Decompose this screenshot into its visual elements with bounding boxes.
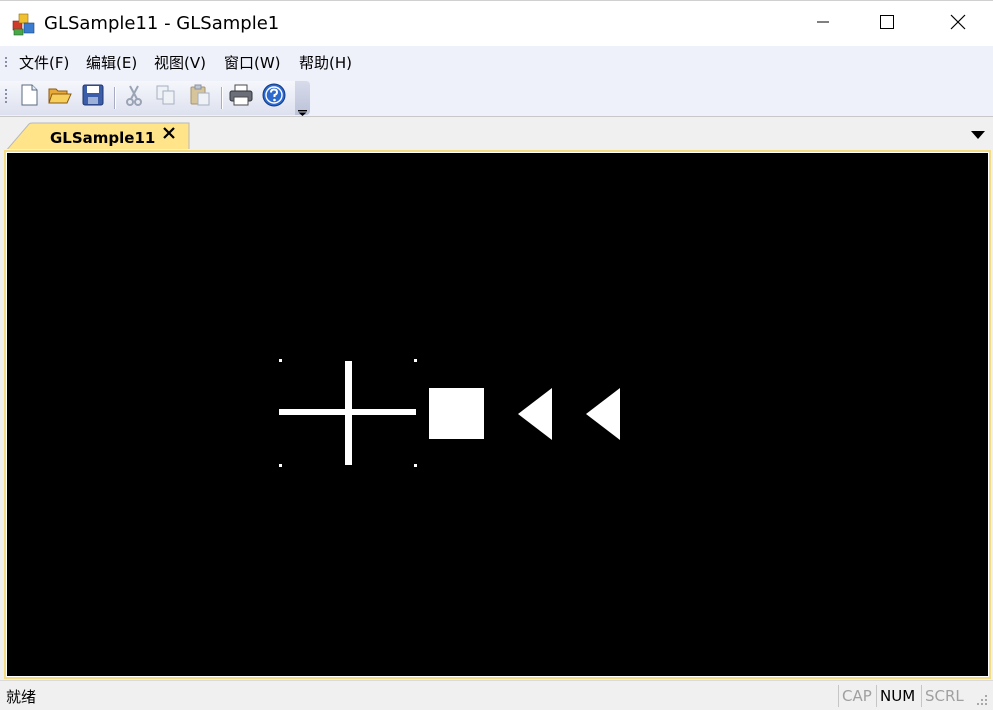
resize-grip-icon[interactable] <box>975 693 989 707</box>
open-folder-icon <box>48 84 72 110</box>
left-triangle-shape <box>518 388 552 440</box>
help-icon <box>262 83 286 111</box>
cut-button[interactable] <box>121 84 147 110</box>
app-icon <box>12 12 36 36</box>
menu-help[interactable]: 帮助(H) <box>299 53 352 73</box>
copy-button[interactable] <box>153 84 179 110</box>
scroll-lock-indicator: SCRL <box>925 687 964 705</box>
menu-window[interactable]: 窗口(W) <box>224 53 281 73</box>
open-button[interactable] <box>47 84 73 110</box>
corner-marker <box>414 359 417 362</box>
document-frame <box>0 149 993 680</box>
status-bar: 就绪 CAP NUM SCRL <box>0 680 993 710</box>
document-tab-strip: GLSample11 <box>0 116 993 152</box>
copy-icon <box>155 84 177 110</box>
print-icon <box>229 84 253 110</box>
toolbar-separator <box>221 87 222 109</box>
tab-glsample11[interactable]: GLSample11 <box>5 122 190 152</box>
minimize-button[interactable] <box>788 1 858 47</box>
corner-marker <box>279 464 282 467</box>
standard-toolbar <box>0 81 310 116</box>
paste-icon <box>189 84 211 110</box>
tab-label: GLSample11 <box>50 129 156 147</box>
close-button[interactable] <box>923 1 993 47</box>
left-triangle-shape <box>586 388 620 440</box>
title-bar[interactable]: GLSample11 - GLSample1 <box>0 0 993 46</box>
new-document-icon <box>19 84 39 110</box>
crosshair-vertical-bar <box>345 361 352 465</box>
toolbar-overflow-button[interactable] <box>295 81 310 116</box>
status-separator <box>921 685 922 707</box>
menu-grip[interactable] <box>5 57 7 69</box>
cut-icon <box>124 84 144 110</box>
save-icon <box>82 84 104 110</box>
tab-close-button[interactable] <box>163 127 183 147</box>
window-title: GLSample11 - GLSample1 <box>44 13 280 34</box>
maximize-button[interactable] <box>852 1 922 47</box>
menu-view[interactable]: 视图(V) <box>154 53 206 73</box>
save-button[interactable] <box>80 84 106 110</box>
maximize-icon <box>880 15 894 33</box>
toolbar-row <box>0 80 993 116</box>
corner-marker <box>279 359 282 362</box>
num-lock-indicator: NUM <box>880 687 916 705</box>
status-separator <box>838 685 839 707</box>
caps-lock-indicator: CAP <box>842 687 872 705</box>
rendered-scene <box>279 359 620 467</box>
corner-marker <box>414 464 417 467</box>
toolbar-grip[interactable] <box>5 89 7 105</box>
status-text: 就绪 <box>6 688 37 706</box>
print-button[interactable] <box>228 84 254 110</box>
menu-file[interactable]: 文件(F) <box>19 53 69 73</box>
paste-button[interactable] <box>187 84 213 110</box>
status-separator <box>876 685 877 707</box>
toolbar-separator <box>114 87 115 109</box>
menu-edit[interactable]: 编辑(E) <box>86 53 137 73</box>
crosshair-shape <box>279 359 417 467</box>
opengl-viewport[interactable] <box>7 153 988 676</box>
new-button[interactable] <box>16 84 42 110</box>
close-icon <box>950 14 966 34</box>
square-shape <box>429 388 484 439</box>
chevron-down-icon <box>971 127 985 143</box>
tab-list-dropdown[interactable] <box>968 127 988 143</box>
help-button[interactable] <box>261 83 287 111</box>
minimize-icon <box>817 16 829 32</box>
menu-bar: 文件(F) 编辑(E) 视图(V) 窗口(W) 帮助(H) <box>0 46 993 80</box>
